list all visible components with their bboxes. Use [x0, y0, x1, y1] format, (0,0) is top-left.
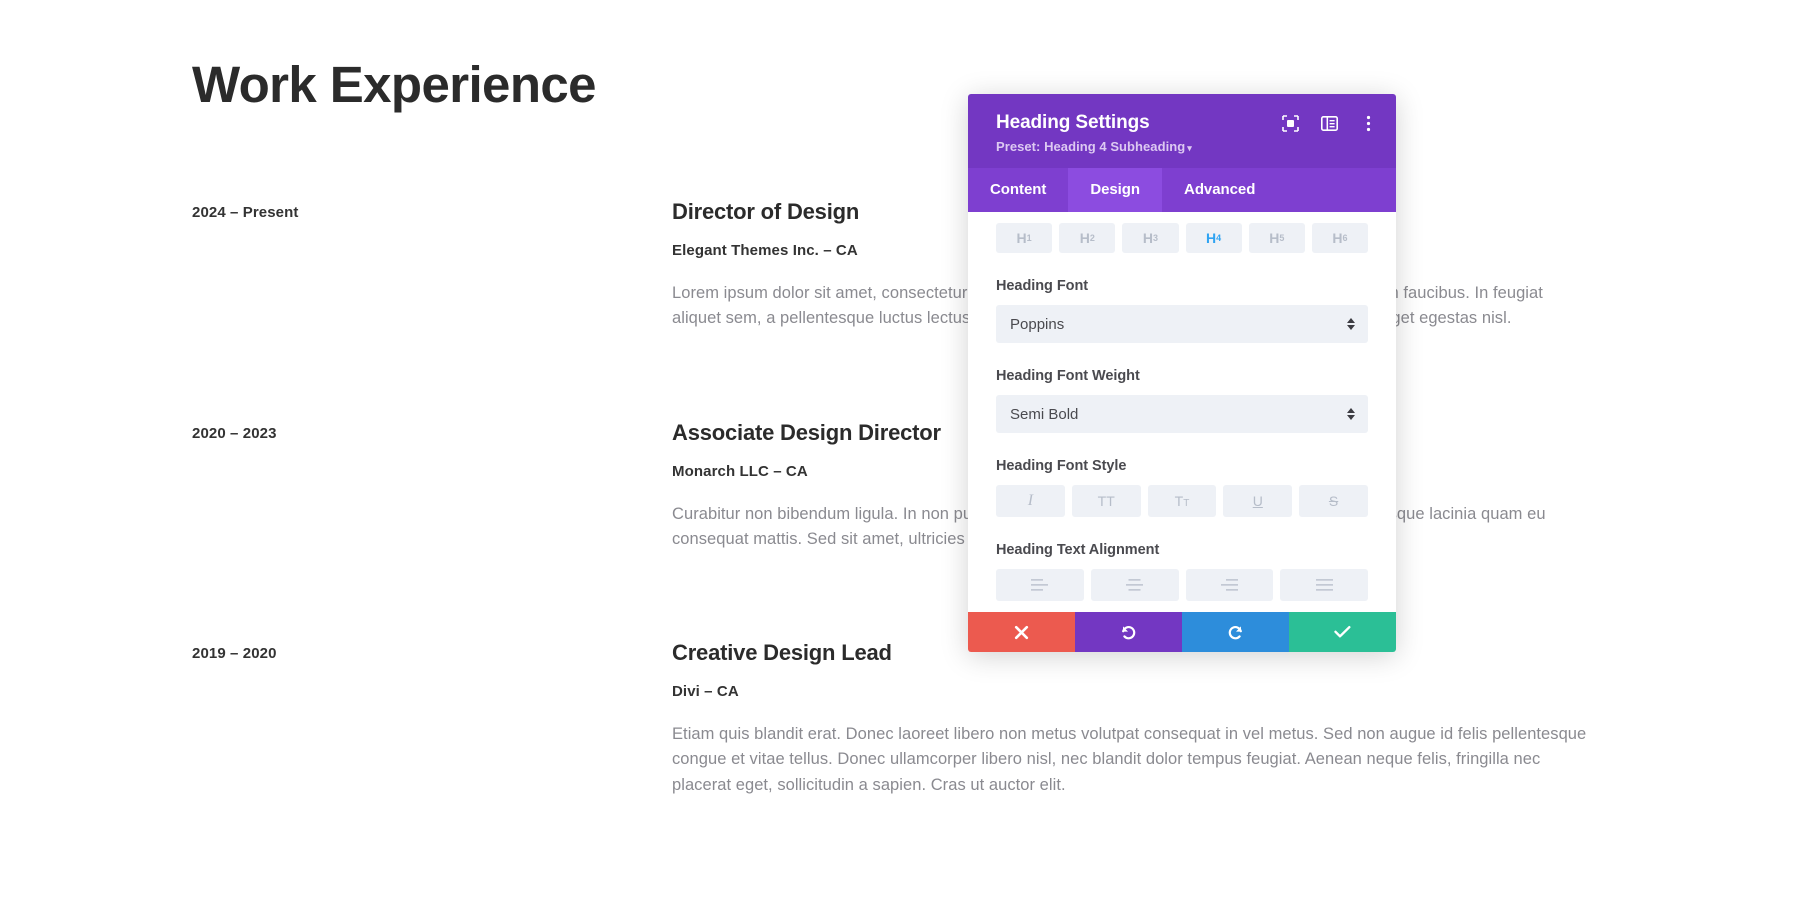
align-left-icon[interactable]	[996, 569, 1084, 601]
heading-level-h5[interactable]: H5	[1248, 223, 1305, 253]
entry-description: Etiam quis blandit erat. Donec laoreet l…	[672, 724, 1587, 794]
heading-level-h6[interactable]: H6	[1311, 223, 1369, 253]
field-heading-level: Heading Level H1 H2 H3 H4 H5 H6	[996, 212, 1369, 253]
h2-sub: 2	[1089, 233, 1095, 243]
save-button[interactable]	[1289, 612, 1396, 652]
select-stepper-icon	[1347, 318, 1355, 330]
heading-text-alignment-label: Heading Text Alignment	[996, 542, 1160, 558]
h4-label: H	[1206, 230, 1217, 246]
panel-tabs: Content Design Advanced	[968, 168, 1396, 212]
heading-level-h2[interactable]: H2	[1059, 223, 1116, 253]
heading-font-weight-value: Semi Bold	[1010, 405, 1079, 423]
panel-header-icons	[1280, 113, 1378, 133]
uppercase-icon[interactable]: TT	[1071, 485, 1141, 517]
h5-sub: 5	[1279, 233, 1285, 243]
heading-text-alignment-options	[996, 569, 1368, 601]
italic-icon[interactable]: I	[996, 485, 1065, 517]
undo-button[interactable]	[1075, 612, 1182, 652]
h6-sub: 6	[1342, 233, 1348, 243]
tab-advanced[interactable]: Advanced	[1162, 168, 1277, 212]
heading-level-h4[interactable]: H4	[1185, 223, 1242, 253]
heading-font-weight-label: Heading Font Weight	[996, 368, 1140, 384]
select-stepper-icon	[1347, 408, 1355, 420]
heading-font-label: Heading Font	[996, 278, 1089, 294]
redo-button[interactable]	[1182, 612, 1289, 652]
small-caps-icon[interactable]: TT	[1147, 485, 1217, 517]
panel-body: Heading Level H1 H2 H3 H4 H5 H6 Heading …	[968, 212, 1396, 612]
heading-level-h3[interactable]: H3	[1122, 223, 1179, 253]
cancel-button[interactable]	[968, 612, 1075, 652]
underline-icon[interactable]: U	[1223, 485, 1293, 517]
heading-level-h1[interactable]: H1	[996, 223, 1053, 253]
heading-font-style-label: Heading Font Style	[996, 458, 1127, 474]
entry-date: 2019 – 2020	[192, 645, 277, 662]
panel-preset-label: Preset: Heading 4 Subheading	[996, 139, 1186, 154]
field-heading-font-weight: Heading Font Weight Semi Bold	[996, 368, 1368, 433]
panel-preset-selector[interactable]: Preset: Heading 4 Subheading ▾	[996, 139, 1372, 154]
focus-target-icon[interactable]	[1280, 113, 1300, 133]
h5-label: H	[1269, 230, 1280, 246]
panel-footer	[968, 612, 1396, 652]
page-title: Work Experience	[192, 56, 597, 113]
strikethrough-icon[interactable]: S	[1299, 485, 1368, 517]
field-heading-font-style: Heading Font Style I TT TT U S	[996, 458, 1368, 517]
heading-font-style-options: I TT TT U S	[996, 485, 1368, 517]
panel-header: Heading Settings Preset: Heading 4 Subhe…	[968, 94, 1396, 168]
panel-scroll-content: Heading Level H1 H2 H3 H4 H5 H6 Heading …	[968, 212, 1396, 601]
align-justify-icon[interactable]	[1280, 569, 1368, 601]
more-options-icon[interactable]	[1358, 113, 1378, 133]
tab-design[interactable]: Design	[1068, 168, 1163, 212]
align-center-icon[interactable]	[1090, 569, 1179, 601]
h6-label: H	[1332, 230, 1343, 246]
align-right-icon[interactable]	[1185, 569, 1274, 601]
entry-date: 2024 – Present	[192, 204, 299, 221]
entry-body: Creative Design Lead Divi – CA Etiam qui…	[672, 639, 1592, 798]
entry-company: Divi – CA	[672, 682, 739, 700]
resume-page: Work Experience 2024 – Present Director …	[0, 0, 1800, 900]
field-heading-text-alignment: Heading Text Alignment	[996, 542, 1368, 601]
h2-label: H	[1079, 230, 1090, 246]
h1-sub: 1	[1026, 233, 1032, 243]
field-heading-font: Heading Font Poppins	[996, 278, 1368, 343]
heading-font-weight-select[interactable]: Semi Bold	[996, 395, 1368, 433]
h4-sub: 4	[1216, 233, 1222, 243]
layout-panel-icon[interactable]	[1319, 113, 1339, 133]
chevron-down-icon: ▾	[1187, 143, 1192, 153]
heading-level-options: H1 H2 H3 H4 H5 H6	[996, 223, 1369, 253]
h1-label: H	[1016, 230, 1027, 246]
h3-label: H	[1142, 230, 1153, 246]
heading-font-value: Poppins	[1010, 315, 1065, 333]
heading-font-select[interactable]: Poppins	[996, 305, 1368, 343]
entry-date: 2020 – 2023	[192, 425, 277, 442]
h3-sub: 3	[1152, 233, 1158, 243]
heading-settings-panel: Heading Settings Preset: Heading 4 Subhe…	[968, 94, 1396, 652]
tab-content[interactable]: Content	[968, 168, 1068, 212]
